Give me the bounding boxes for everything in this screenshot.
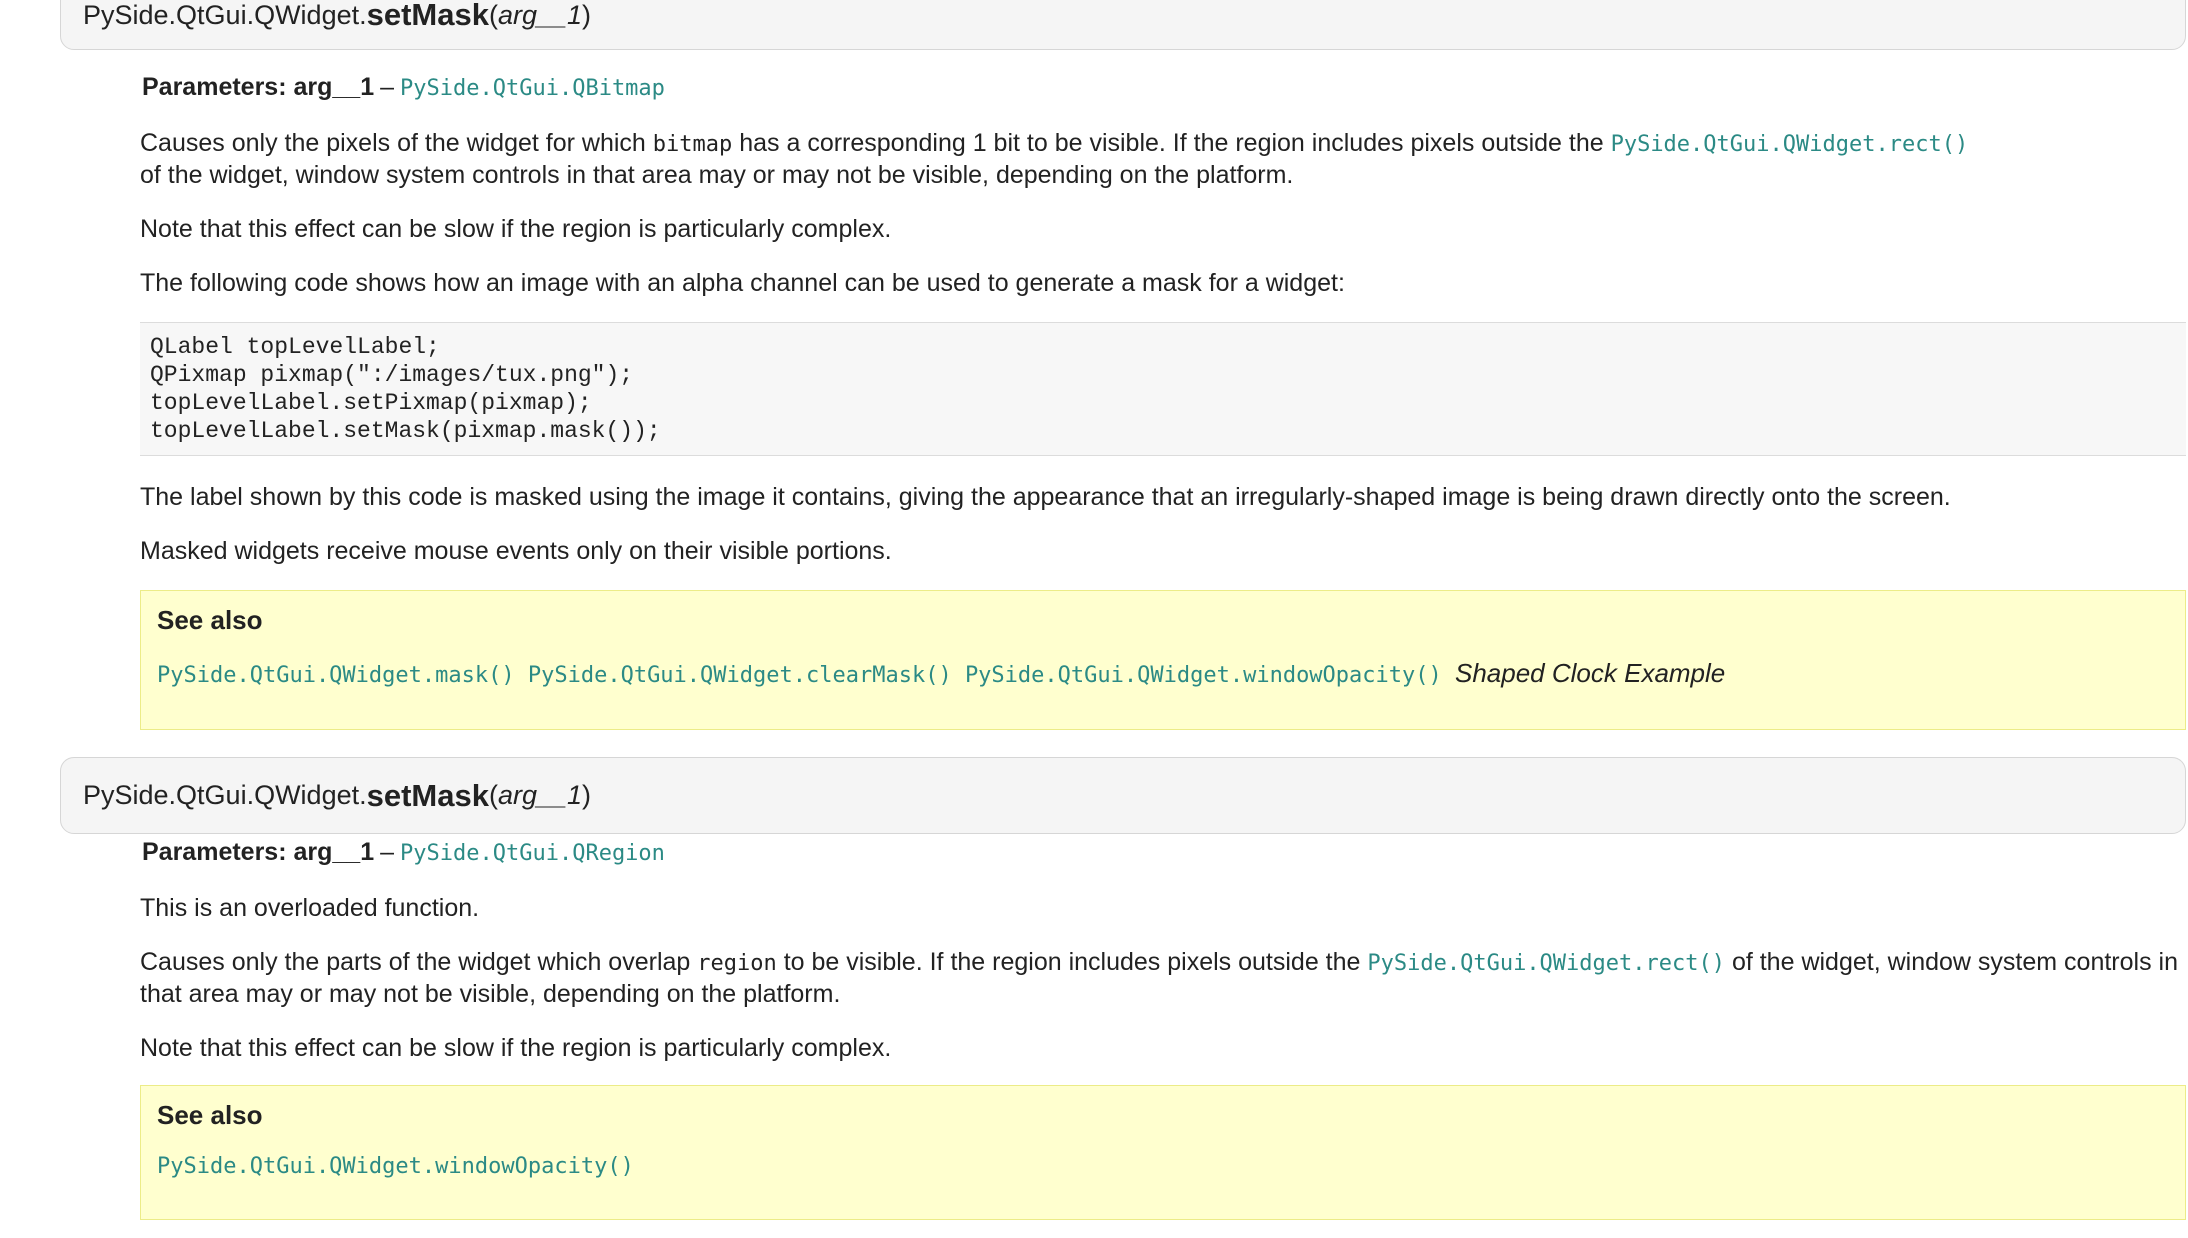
method-signature-setmask-bitmap: PySide.QtGui.QWidget. setMask(arg__1) xyxy=(60,0,2186,50)
clearmask-link[interactable]: PySide.QtGui.QWidget.clearMask() xyxy=(528,663,952,688)
see-also-box: See also PySide.QtGui.QWidget.windowOpac… xyxy=(140,1085,2186,1220)
overload-paragraph: This is an overloaded function. xyxy=(140,894,480,922)
rect-link[interactable]: PySide.QtGui.QWidget.rect() xyxy=(1611,132,1969,157)
see-also-title: See also xyxy=(157,1100,263,1130)
signature-open-paren: ( xyxy=(488,780,498,810)
code-line: QPixmap pixmap(":/images/tux.png"); xyxy=(150,362,634,388)
parameter-type-link[interactable]: PySide.QtGui.QBitmap xyxy=(400,76,665,101)
signature-open-paren: ( xyxy=(488,0,498,30)
text-span: has a corresponding 1 bit to be visible.… xyxy=(732,129,1611,157)
code-block: QLabel topLevelLabel; QPixmap pixmap(":/… xyxy=(140,322,2186,456)
see-also-box: See also PySide.QtGui.QWidget.mask() PyS… xyxy=(140,590,2186,730)
parameter-dash: – xyxy=(380,838,395,866)
see-also-links: PySide.QtGui.QWidget.mask() PySide.QtGui… xyxy=(157,658,2169,689)
inline-code-bitmap: bitmap xyxy=(652,132,733,157)
signature-arg: arg__1 xyxy=(497,0,583,30)
parameters-line: Parameters: arg__1– PySide.QtGui.QBitmap xyxy=(142,73,665,102)
text-span: Causes only the parts of the widget whic… xyxy=(140,948,698,976)
mask-link[interactable]: PySide.QtGui.QWidget.mask() xyxy=(157,663,515,688)
shaped-clock-example-link[interactable]: Shaped Clock Example xyxy=(1455,658,1725,688)
parameters-label: Parameters: xyxy=(142,73,287,101)
text-span: to be visible. If the region includes pi… xyxy=(776,948,1368,976)
parameter-name: arg__1 xyxy=(293,838,375,866)
signature-prefix: PySide.QtGui.QWidget. xyxy=(83,0,367,30)
parameters-label: Parameters: xyxy=(142,838,287,866)
code-intro-paragraph: The following code shows how an image wi… xyxy=(140,269,1345,297)
signature-close-paren: ) xyxy=(582,0,592,30)
description-paragraph: Causes only the parts of the widget whic… xyxy=(140,947,2180,1009)
parameter-dash: – xyxy=(380,73,395,101)
mouse-events-paragraph: Masked widgets receive mouse events only… xyxy=(140,537,892,565)
parameter-type-link[interactable]: PySide.QtGui.QRegion xyxy=(400,841,665,866)
note-paragraph: Note that this effect can be slow if the… xyxy=(140,215,892,243)
parameters-line: Parameters: arg__1– PySide.QtGui.QRegion xyxy=(142,838,665,867)
code-line: topLevelLabel.setMask(pixmap.mask()); xyxy=(150,418,661,444)
text-span: of the widget, window system controls in… xyxy=(140,161,1294,189)
note-paragraph: Note that this effect can be slow if the… xyxy=(140,1034,892,1062)
signature-method-name: setMask xyxy=(366,777,489,813)
description-paragraph: Causes only the pixels of the widget for… xyxy=(140,128,2180,190)
see-also-links: PySide.QtGui.QWidget.windowOpacity() xyxy=(157,1149,2169,1180)
see-also-title: See also xyxy=(157,605,263,635)
signature-prefix: PySide.QtGui.QWidget. xyxy=(83,780,367,810)
signature-close-paren: ) xyxy=(582,780,592,810)
text-span: Causes only the pixels of the widget for… xyxy=(140,129,653,157)
rect-link[interactable]: PySide.QtGui.QWidget.rect() xyxy=(1367,951,1725,976)
label-explanation-paragraph: The label shown by this code is masked u… xyxy=(140,483,1951,511)
windowopacity-link[interactable]: PySide.QtGui.QWidget.windowOpacity() xyxy=(965,663,1442,688)
signature-arg: arg__1 xyxy=(497,780,583,810)
code-line: topLevelLabel.setPixmap(pixmap); xyxy=(150,390,592,416)
code-line: QLabel topLevelLabel; xyxy=(150,334,440,360)
method-signature-setmask-region: PySide.QtGui.QWidget. setMask(arg__1) xyxy=(60,757,2186,834)
parameter-name: arg__1 xyxy=(293,73,375,101)
inline-code-region: region xyxy=(697,951,777,976)
signature-method-name: setMask xyxy=(366,0,489,32)
windowopacity-link[interactable]: PySide.QtGui.QWidget.windowOpacity() xyxy=(157,1154,634,1179)
